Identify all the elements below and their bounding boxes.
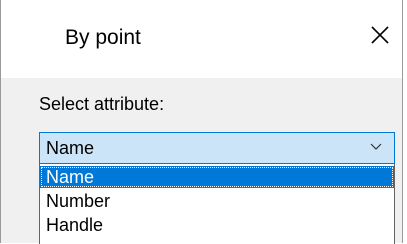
attribute-select[interactable]: Name [39,132,395,164]
close-icon [371,26,389,44]
close-button[interactable] [356,16,402,60]
dialog-titlebar: By point [1,0,402,78]
chevron-down-icon [370,143,382,150]
dropdown-option-name[interactable]: Name [40,166,394,188]
attribute-select-value: Name [46,138,95,158]
dialog-body: Select attribute: Name Name Number Handl… [1,78,402,244]
dialog-title: By point [65,26,141,49]
dropdown-option-handle[interactable]: Handle [40,214,394,236]
dropdown-option-number[interactable]: Number [40,190,394,212]
by-point-dialog: By point Select attribute: Name Name Num… [0,0,403,244]
select-attribute-label: Select attribute: [39,94,165,114]
attribute-dropdown-list: Name Number Handle [39,164,395,244]
